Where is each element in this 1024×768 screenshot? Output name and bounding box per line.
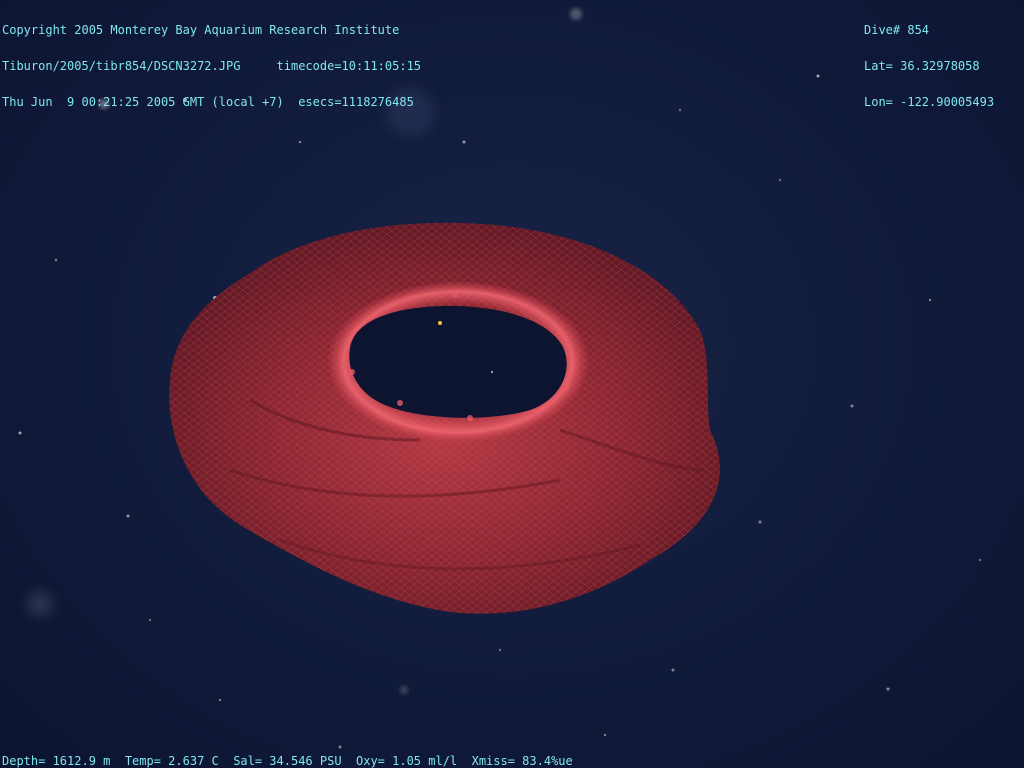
longitude: Lon= -122.90005493 (864, 95, 995, 109)
camera-frame: Copyright 2005 Monterey Bay Aquarium Res… (0, 0, 1024, 768)
jellyfish (169, 222, 720, 614)
jellyfish-opening (349, 305, 567, 418)
dive-number: Dive# 854 (864, 23, 930, 37)
overlay-top-left: Copyright 2005 Monterey Bay Aquarium Res… (2, 0, 421, 132)
latitude: Lat= 36.32978058 (864, 59, 980, 73)
overlay-sensor-readout: Depth= 1612.9 m Temp= 2.637 C Sal= 34.54… (2, 754, 573, 768)
date-esecs-line: Thu Jun 9 00:21:25 2005 GMT (local +7) e… (2, 95, 414, 109)
file-timecode-line: Tiburon/2005/tibr854/DSCN3272.JPG timeco… (2, 59, 422, 73)
copyright-line: Copyright 2005 Monterey Bay Aquarium Res… (2, 23, 400, 37)
overlay-top-right: Dive# 854 Lat= 36.32978058 Lon= -122.900… (864, 0, 994, 132)
